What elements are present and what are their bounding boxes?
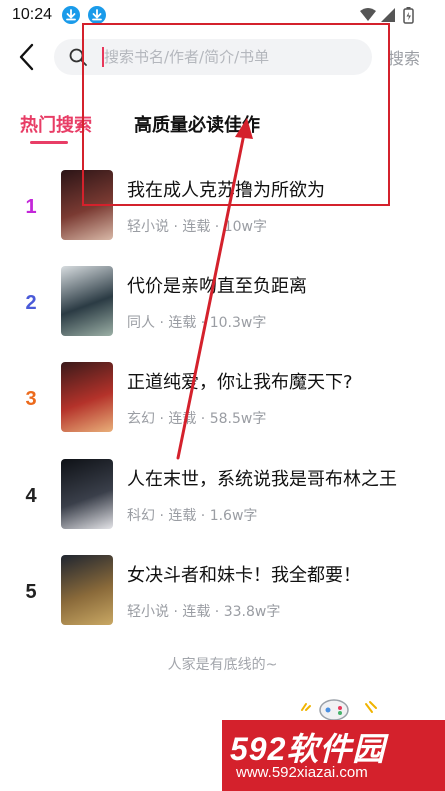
download-notification-icon xyxy=(62,6,80,24)
back-button[interactable] xyxy=(14,40,42,74)
book-title: 人在末世，系统说我是哥布林之王 xyxy=(127,469,397,490)
list-end-text: 人家是有底线的~ xyxy=(167,657,278,673)
rank-number: 3 xyxy=(25,388,37,410)
search-box[interactable] xyxy=(54,39,372,75)
book-cover xyxy=(61,362,113,432)
watermark-url: www.592xiazai.com xyxy=(236,764,368,781)
book-meta: 轻小说 · 连载 · 33.8w字 xyxy=(127,604,281,620)
book-list-item[interactable]: 1 我在成人克苏撸为所欲为 轻小说 · 连载 · 10w字 xyxy=(0,170,445,250)
sparkle-icon xyxy=(301,703,311,711)
book-list-item[interactable]: 5 女决斗者和妹卡！我全都要！ 轻小说 · 连载 · 33.8w字 xyxy=(0,555,445,635)
battery-icon xyxy=(403,7,414,24)
tab-quality-picks[interactable]: 高质量必读佳作 xyxy=(134,111,260,137)
book-list-item[interactable]: 2 代价是亲吻直至负距离 同人 · 连载 · 10.3w字 xyxy=(0,266,445,346)
search-icon xyxy=(68,47,88,67)
book-title: 正道纯爱，你让我布魔天下? xyxy=(127,372,353,393)
book-meta: 同人 · 连载 · 10.3w字 xyxy=(127,315,267,331)
book-list-item[interactable]: 4 人在末世，系统说我是哥布林之王 科幻 · 连载 · 1.6w字 xyxy=(0,459,445,539)
gamepad-icon xyxy=(319,699,349,721)
book-title: 女决斗者和妹卡！我全都要！ xyxy=(127,565,361,586)
rank-number: 1 xyxy=(25,196,37,218)
search-button[interactable]: 搜索 xyxy=(388,45,420,69)
book-cover xyxy=(61,459,113,529)
sparkle-icon xyxy=(365,701,377,713)
download-notification-icon xyxy=(88,6,106,24)
chevron-left-icon xyxy=(19,43,34,71)
status-bar: 10:24 xyxy=(0,0,445,32)
search-input[interactable] xyxy=(104,45,359,69)
book-meta: 轻小说 · 连载 · 10w字 xyxy=(127,219,267,235)
signal-icon xyxy=(381,8,395,22)
active-tab-indicator xyxy=(30,141,68,144)
system-icons xyxy=(359,6,421,24)
book-cover xyxy=(61,555,113,625)
status-time: 10:24 xyxy=(12,6,53,23)
book-meta: 玄幻 · 连载 · 58.5w字 xyxy=(127,411,267,427)
book-title: 代价是亲吻直至负距离 xyxy=(127,276,307,297)
site-watermark: 592软件园 www.592xiazai.com xyxy=(222,720,445,791)
book-meta: 科幻 · 连载 · 1.6w字 xyxy=(127,508,258,524)
tab-hot-search[interactable]: 热门搜索 xyxy=(20,111,92,137)
book-list-item[interactable]: 3 正道纯爱，你让我布魔天下? 玄幻 · 连载 · 58.5w字 xyxy=(0,362,445,442)
wifi-icon xyxy=(360,8,376,21)
book-cover xyxy=(61,266,113,336)
rank-number: 5 xyxy=(25,581,37,603)
book-cover xyxy=(61,170,113,240)
book-title: 我在成人克苏撸为所欲为 xyxy=(127,180,325,201)
rank-number: 2 xyxy=(25,292,37,314)
rank-number: 4 xyxy=(25,485,37,507)
